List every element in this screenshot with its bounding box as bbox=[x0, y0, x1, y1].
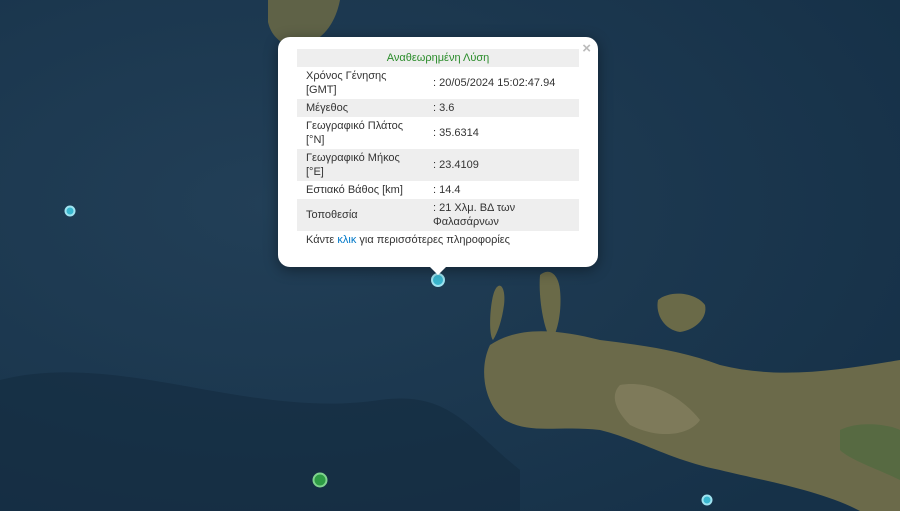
latitude-label: Γεωγραφικό Πλάτος [°N] bbox=[306, 120, 404, 146]
popup-title-row: Αναθεωρημένη Λύση bbox=[297, 49, 579, 67]
longitude-value: : 23.4109 bbox=[433, 159, 479, 171]
magnitude-label: Μέγεθος bbox=[306, 102, 349, 114]
longitude-row: Γεωγραφικό Μήκος [°E] : 23.4109 bbox=[297, 149, 579, 181]
magnitude-row: Μέγεθος : 3.6 bbox=[297, 99, 579, 117]
earthquake-marker-west[interactable] bbox=[64, 205, 76, 217]
location-value: : 21 Χλμ. ΒΔ των Φαλασάρνων bbox=[433, 202, 516, 228]
more-info-prefix: Κάντε bbox=[306, 234, 338, 246]
magnitude-value: : 3.6 bbox=[433, 102, 455, 114]
earthquake-info-table: Αναθεωρημένη Λύση Χρόνος Γένησης [GMT] :… bbox=[297, 49, 579, 231]
earthquake-marker-selected[interactable] bbox=[431, 273, 445, 287]
depth-label: Εστιακό Βάθος [km] bbox=[306, 184, 403, 196]
latitude-row: Γεωγραφικό Πλάτος [°N] : 35.6314 bbox=[297, 117, 579, 149]
earthquake-marker-south[interactable] bbox=[312, 472, 328, 488]
earthquake-marker-southeast[interactable] bbox=[701, 494, 713, 506]
earthquake-popup: × Αναθεωρημένη Λύση Χρόνος Γένησης [GMT]… bbox=[278, 37, 598, 267]
depth-row: Εστιακό Βάθος [km] : 14.4 bbox=[297, 181, 579, 199]
origin-time-value: : 20/05/2024 15:02:47.94 bbox=[433, 77, 556, 89]
origin-time-label: Χρόνος Γένησης [GMT] bbox=[306, 70, 387, 96]
more-info-suffix: για περισσότερες πληροφορίες bbox=[356, 234, 510, 246]
more-info-text: Κάντε κλικ για περισσότερες πληροφορίες bbox=[297, 234, 579, 246]
location-label: Τοποθεσία bbox=[306, 209, 358, 221]
map-view[interactable]: × Αναθεωρημένη Λύση Χρόνος Γένησης [GMT]… bbox=[0, 0, 900, 511]
latitude-value: : 35.6314 bbox=[433, 127, 479, 139]
longitude-label: Γεωγραφικό Μήκος [°E] bbox=[306, 152, 400, 178]
close-icon[interactable]: × bbox=[582, 40, 591, 57]
more-info-link[interactable]: κλικ bbox=[337, 234, 356, 246]
popup-tip bbox=[429, 266, 447, 275]
popup-title: Αναθεωρημένη Λύση bbox=[386, 52, 490, 64]
origin-time-row: Χρόνος Γένησης [GMT] : 20/05/2024 15:02:… bbox=[297, 67, 579, 99]
depth-value: : 14.4 bbox=[433, 184, 461, 196]
location-row: Τοποθεσία : 21 Χλμ. ΒΔ των Φαλασάρνων bbox=[297, 199, 579, 231]
